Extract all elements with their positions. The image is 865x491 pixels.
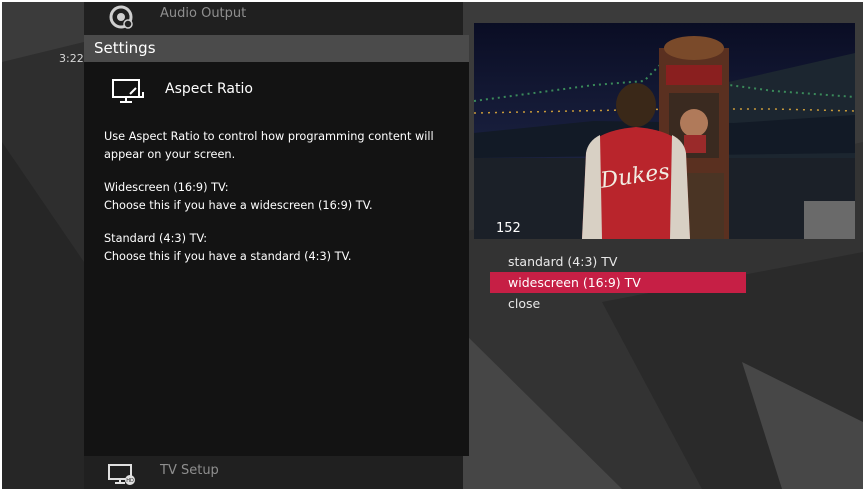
speaker-icon bbox=[109, 5, 133, 29]
panel-header: Settings bbox=[84, 35, 469, 62]
option-close[interactable]: close bbox=[490, 293, 746, 314]
svg-text:HD: HD bbox=[126, 478, 134, 484]
aspect-ratio-options: standard (4:3) TV widescreen (16:9) TV c… bbox=[490, 251, 746, 314]
video-frame: Dukes bbox=[474, 23, 855, 239]
menu-item-audio-output[interactable]: Audio Output bbox=[84, 2, 463, 32]
panel-description: Use Aspect Ratio to control how programm… bbox=[104, 128, 454, 281]
settings-panel: Settings Aspect Ratio Use Aspect Ratio t… bbox=[84, 35, 469, 456]
menu-item-label: Audio Output bbox=[160, 6, 247, 21]
option-standard[interactable]: standard (4:3) TV bbox=[490, 251, 746, 272]
widescreen-heading: Widescreen (16:9) TV: bbox=[104, 181, 229, 194]
option-widescreen[interactable]: widescreen (16:9) TV bbox=[490, 272, 746, 293]
menu-item-label: TV Setup bbox=[160, 463, 219, 478]
menu-item-tv-setup[interactable]: HD TV Setup bbox=[84, 459, 463, 489]
hd-tv-icon: HD bbox=[108, 464, 135, 485]
channel-number: 152 bbox=[496, 221, 521, 236]
video-preview: Dukes 152 bbox=[474, 23, 855, 239]
page-title: Aspect Ratio bbox=[165, 81, 253, 97]
clock: 3:22 bbox=[59, 52, 84, 65]
standard-text: Choose this if you have a standard (4:3)… bbox=[104, 249, 352, 263]
widescreen-text: Choose this if you have a widescreen (16… bbox=[104, 198, 373, 212]
standard-heading: Standard (4:3) TV: bbox=[104, 232, 208, 245]
intro-text: Use Aspect Ratio to control how programm… bbox=[104, 130, 434, 161]
aspect-ratio-icon bbox=[112, 79, 144, 103]
tv-screen: Audio Output HD TV Setup 3:22 Settings A… bbox=[2, 2, 863, 489]
